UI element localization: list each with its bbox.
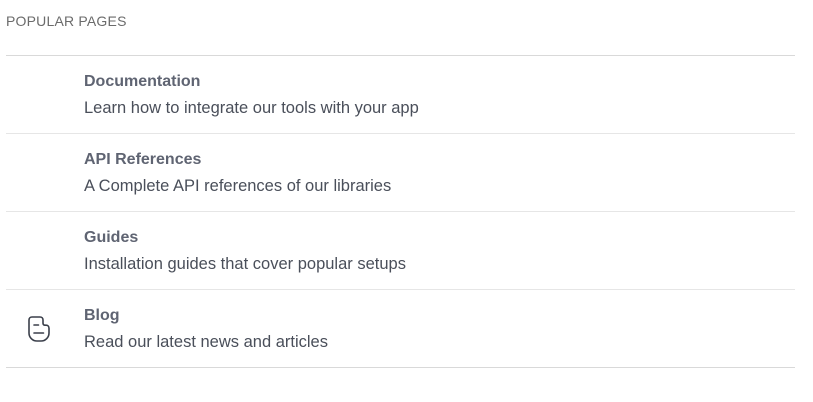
popular-pages-list: Documentation Learn how to integrate our… (6, 56, 795, 368)
page-link-blog[interactable]: Blog Read our latest news and articles (6, 290, 795, 368)
blogger-icon (22, 312, 56, 346)
page-link-title: Documentation (84, 73, 201, 90)
page-link-description: A Complete API references of our librari… (84, 177, 392, 195)
section-title: POPULAR PAGES (6, 13, 127, 29)
page-link-documentation[interactable]: Documentation Learn how to integrate our… (6, 56, 795, 134)
page-link-text: API References A Complete API references… (84, 150, 391, 196)
page-link-api-references[interactable]: API References A Complete API references… (6, 134, 795, 212)
page-link-description: Learn how to integrate our tools with yo… (84, 99, 419, 117)
page-link-guides[interactable]: Guides Installation guides that cover po… (6, 212, 795, 290)
popular-pages-panel: POPULAR PAGES Documentation Learn how to… (0, 0, 813, 402)
page-link-description: Read our latest news and articles (84, 333, 328, 351)
page-link-title: Guides (84, 229, 139, 246)
page-link-title: API References (84, 151, 202, 168)
page-link-description: Installation guides that cover popular s… (84, 255, 406, 273)
page-link-text: Blog Read our latest news and articles (84, 306, 328, 352)
page-link-text: Documentation Learn how to integrate our… (84, 72, 419, 118)
page-link-text: Guides Installation guides that cover po… (84, 228, 406, 274)
page-link-title: Blog (84, 307, 120, 324)
